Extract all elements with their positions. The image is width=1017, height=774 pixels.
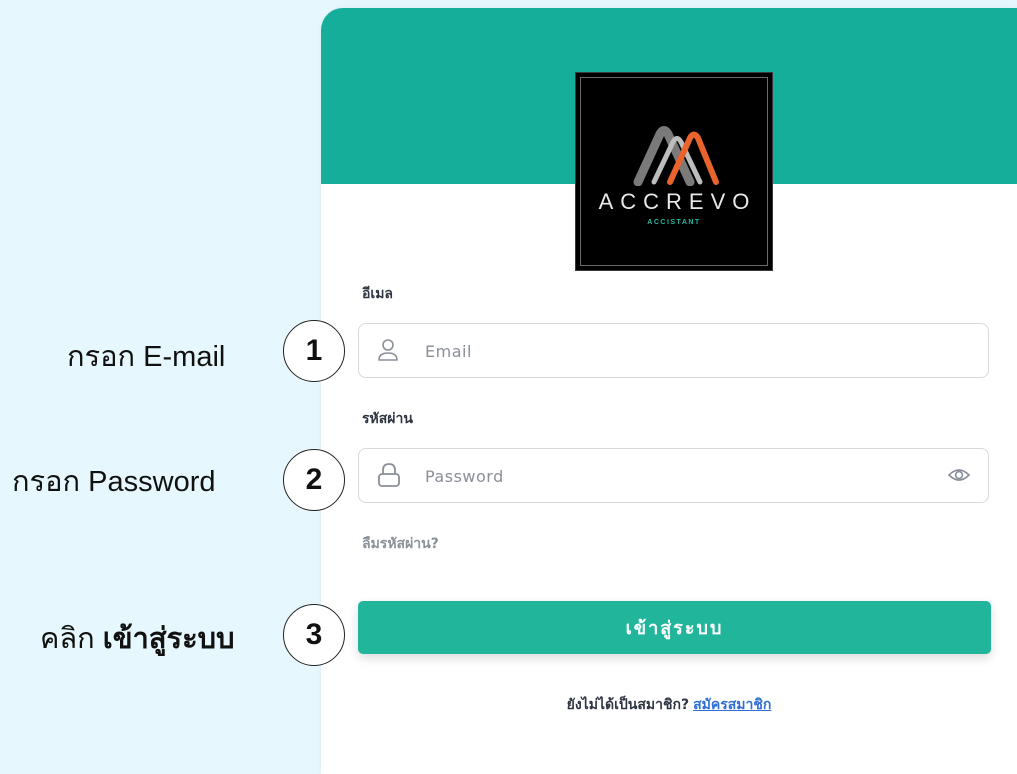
login-button[interactable]: เข้าสู่ระบบ <box>358 601 991 654</box>
annotation-text-1: กรอก E-mail <box>67 341 226 373</box>
user-icon <box>378 339 398 361</box>
step-badge-3: 3 <box>283 604 345 666</box>
password-label: รหัสผ่าน <box>362 411 413 427</box>
signup-prompt: ยังไม่ได้เป็นสมาชิก? <box>566 697 690 713</box>
annotation-text-3: คลิก เข้าสู่ระบบ <box>40 615 235 661</box>
brand-logo: ACCREVO ACCISTANT <box>575 72 773 271</box>
email-label: อีเมล <box>362 286 394 302</box>
password-field-box[interactable] <box>358 448 989 503</box>
email-input[interactable] <box>425 334 905 368</box>
step-badge-2: 2 <box>283 449 345 511</box>
logo-mark-icon <box>633 126 719 186</box>
annotation-3-prefix: คลิก <box>40 623 103 655</box>
email-field-box[interactable] <box>358 323 989 378</box>
logo-wordmark: ACCREVO <box>598 189 757 214</box>
annotation-3-action: เข้าสู่ระบบ <box>102 623 235 655</box>
forgot-password-link[interactable]: ลืมรหัสผ่าน? <box>362 533 439 555</box>
login-card: ACCREVO ACCISTANT อีเมล รหัสผ่าน ลืมรหัส… <box>321 8 1017 774</box>
logo-tagline: ACCISTANT <box>647 219 701 226</box>
password-input[interactable] <box>425 459 905 493</box>
signup-row: ยังไม่ได้เป็นสมาชิก? สมัครสมาชิก <box>321 694 1017 716</box>
annotation-text-2: กรอก Password <box>12 466 216 498</box>
eye-icon[interactable] <box>948 466 970 484</box>
lock-icon <box>378 463 400 487</box>
step-badge-1: 1 <box>283 320 345 382</box>
signup-link[interactable]: สมัครสมาชิก <box>693 697 771 713</box>
